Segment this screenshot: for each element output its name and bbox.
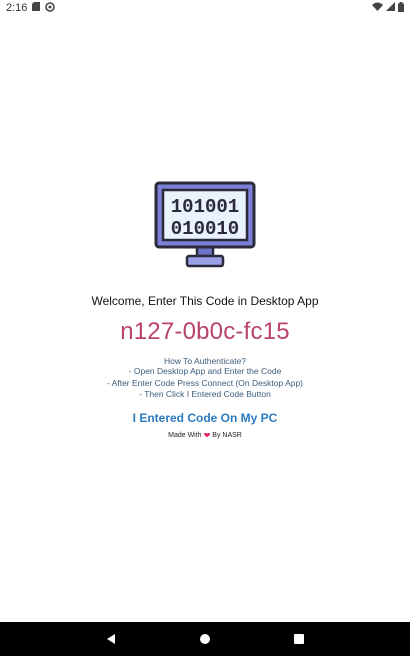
status-time: 2:16 <box>6 2 28 14</box>
auth-panel: 101001 010010 Welcome, Enter This Code i… <box>0 180 410 440</box>
instruction-step: - After Enter Code Press Connect (On Des… <box>106 377 304 388</box>
home-icon[interactable] <box>193 627 217 651</box>
welcome-text: Welcome, Enter This Code in Desktop App <box>91 294 319 308</box>
monitor-illustration: 101001 010010 <box>153 180 257 276</box>
credit-suffix: By NASR <box>212 431 242 439</box>
battery-icon <box>398 1 404 15</box>
instruction-step: - Open Desktop App and Enter the Code <box>128 366 282 376</box>
credit-prefix: Made With <box>168 431 202 439</box>
entered-code-button[interactable]: I Entered Code On My PC <box>127 407 284 429</box>
recents-icon[interactable] <box>287 627 311 651</box>
heart-icon: ❤ <box>203 430 211 440</box>
credit-line: Made With ❤ By NASR <box>168 431 242 440</box>
sync-icon <box>45 1 56 15</box>
navigation-bar <box>0 622 410 656</box>
signal-icon <box>386 2 395 14</box>
status-bar: 2:16 <box>0 0 410 16</box>
monitor-binary-line-1: 101001 <box>171 196 239 218</box>
auth-code: n127-0b0c-fc15 <box>120 318 290 345</box>
instructions-title: How To Authenticate? <box>163 356 247 366</box>
monitor-binary-line-2: 010010 <box>171 218 239 240</box>
back-icon[interactable] <box>99 627 123 651</box>
instruction-step: - Then Click I Entered Code Button <box>139 389 271 399</box>
wifi-icon <box>372 2 383 14</box>
sd-card-icon <box>32 2 41 14</box>
